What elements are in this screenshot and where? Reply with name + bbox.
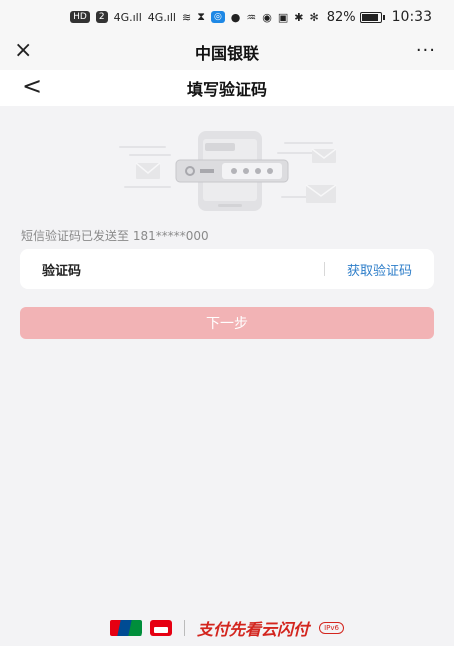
envelope-left-icon (135, 162, 161, 179)
hourglass-icon: ⧗ (197, 10, 205, 23)
ipv6-badge: IPv6 (319, 622, 344, 634)
masked-phone-number: 181*****000 (132, 229, 209, 243)
verification-code-card: 验证码 获取验证码 (20, 249, 434, 289)
envelope-right-bottom-icon (305, 184, 337, 203)
signal-2-icon: 4G.ıll (147, 10, 176, 24)
footer-divider (184, 620, 186, 636)
hd-icon: HD (70, 11, 90, 23)
page-title: 填写验证码 (186, 80, 267, 99)
shield-icon: ● (230, 10, 241, 24)
get-code-button[interactable]: 获取验证码 (347, 260, 412, 279)
sms-sent-hint: 短信验证码已发送至 181*****000 (21, 227, 209, 244)
battery-icon (359, 11, 385, 23)
battery-percent: 82% (326, 9, 356, 25)
verification-code-input[interactable] (122, 261, 324, 277)
code-bubble-icon (175, 159, 289, 183)
nfc-icon: ▣ (277, 10, 289, 24)
battery-fill (361, 13, 379, 21)
cloudquickpass-logo (150, 620, 173, 636)
verification-code-label: 验证码 (42, 263, 82, 279)
status-icons: HD 2 4G.ıll 4G.ıll ≋ ⧗ ◎ ● ♒ ◉ ▣ ✱ ✻ (70, 10, 319, 24)
sms-hint-prefix: 短信验证码已发送至 (21, 229, 133, 243)
app-notify-icon: ♒ (246, 10, 257, 24)
search-app-icon: ◎ (210, 11, 225, 23)
signal-1-icon: 4G.ıll (113, 10, 142, 24)
alarm-icon: ✱ (294, 10, 304, 24)
wifi-icon: ≋ (181, 10, 192, 24)
input-divider (323, 262, 325, 276)
nav-bar: < 填写验证码 (0, 70, 454, 106)
close-icon[interactable]: × (14, 38, 32, 63)
app-bar: × 中国银联 ··· (0, 34, 454, 70)
bluetooth-icon: ✻ (309, 10, 319, 24)
unionpay-logo-green (128, 620, 143, 636)
eye-icon: ◉ (262, 10, 272, 24)
signal-2-label: 4G (147, 10, 164, 24)
signal-1-label: 4G (113, 10, 130, 24)
footer-branding: 支付先看云闪付 IPv6 (0, 617, 454, 639)
back-icon[interactable]: < (22, 72, 42, 100)
app-title: 中国银联 (194, 44, 259, 63)
status-time: 10:33 (391, 9, 432, 25)
envelope-right-top-icon (311, 148, 337, 163)
unionpay-logo (110, 620, 143, 636)
sim-icon: 2 (95, 11, 108, 23)
next-step-button[interactable]: 下一步 (20, 307, 434, 339)
more-options-icon[interactable]: ··· (416, 40, 436, 61)
status-bar: HD 2 4G.ıll 4G.ıll ≋ ⧗ ◎ ● ♒ ◉ ▣ ✱ ✻ 82%… (0, 0, 454, 34)
verification-illustration (119, 131, 337, 211)
cloudquickpass-slogan: 支付先看云闪付 (197, 620, 310, 639)
